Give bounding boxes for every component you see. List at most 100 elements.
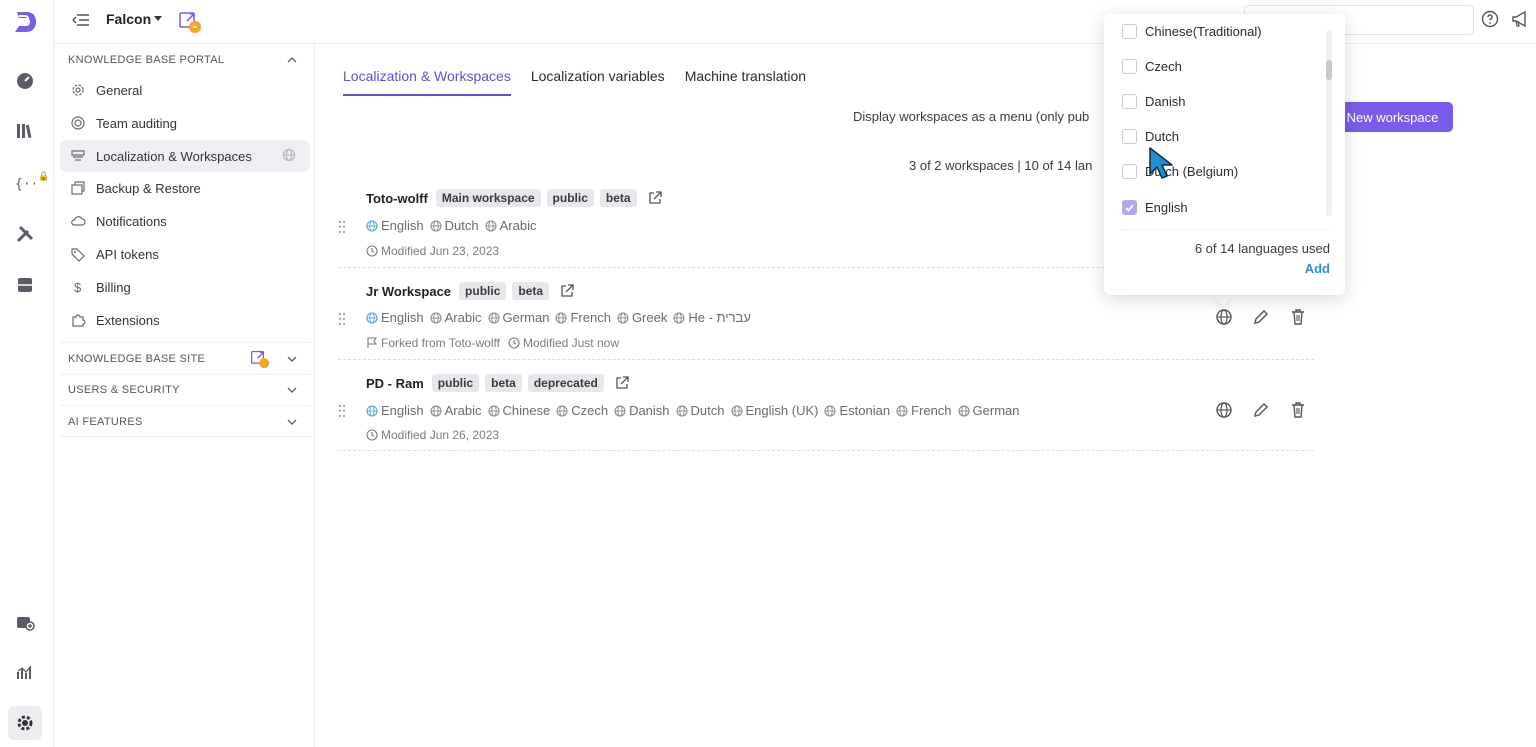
lock-icon: 🔒 <box>38 171 50 181</box>
globe-icon <box>556 404 568 417</box>
dashboard-icon[interactable] <box>12 68 38 94</box>
language-option[interactable]: English <box>1122 200 1188 215</box>
megaphone-icon[interactable] <box>1510 9 1530 29</box>
sidebar-item-general[interactable]: General <box>60 74 310 106</box>
external-link-icon[interactable] <box>614 375 630 391</box>
sidebar-item-localization-workspaces[interactable]: Localization & Workspaces <box>60 140 310 172</box>
edit-pencil-icon[interactable] <box>1252 401 1270 419</box>
section-ai-features[interactable]: AI FEATURES <box>68 416 143 428</box>
add-database-icon[interactable] <box>12 609 38 635</box>
language-option[interactable]: Danish <box>1122 94 1185 109</box>
globe-icon <box>430 219 442 232</box>
tab-localization-variables[interactable]: Localization variables <box>531 68 665 96</box>
add-language-button[interactable]: Add <box>1305 261 1330 276</box>
code-variables-icon[interactable]: {··} <box>12 170 38 196</box>
app-rail: {··} 🔒 <box>0 0 54 747</box>
language-checkbox[interactable] <box>1122 129 1137 144</box>
language-checkbox[interactable] <box>1122 94 1137 109</box>
languages-used-text: 6 of 14 languages used <box>1194 241 1330 256</box>
sidebar-item-team-auditing[interactable]: Team auditing <box>60 107 310 139</box>
project-selector[interactable]: Falcon <box>106 11 151 27</box>
languages-globe-icon[interactable] <box>1215 308 1233 326</box>
chevron-down-icon[interactable] <box>286 384 298 396</box>
language-label: German <box>502 310 550 325</box>
workspace-row[interactable]: PD - Ram public beta deprecated English A… <box>338 360 1314 451</box>
language-option[interactable]: Dutch <box>1122 129 1179 144</box>
app-logo[interactable] <box>11 8 39 36</box>
language-label: Greek <box>631 310 668 325</box>
chevron-down-icon[interactable] <box>286 416 298 428</box>
language-checkbox[interactable] <box>1122 200 1137 215</box>
drag-handle-icon[interactable] <box>338 312 346 326</box>
globe-icon <box>430 404 442 417</box>
sidebar-item-backup-restore[interactable]: Backup & Restore <box>60 172 310 204</box>
language-label: Czech <box>571 403 609 418</box>
globe-icon <box>673 311 685 324</box>
language-item: Dutch <box>430 218 479 233</box>
tag-public: public <box>431 374 480 392</box>
language-options-list[interactable]: Chinese(Traditional) Czech Danish Dutch Dutc… <box>1104 14 1345 224</box>
workspace-icon <box>70 148 86 164</box>
sidebar-item-label: Backup & Restore <box>96 180 201 196</box>
library-icon[interactable] <box>12 118 38 144</box>
help-icon[interactable] <box>1481 10 1499 28</box>
audit-icon <box>70 115 86 131</box>
globe-icon <box>366 311 378 324</box>
sidebar-item-label: API tokens <box>96 246 159 262</box>
dropdown-scrollbar-thumb[interactable] <box>1326 60 1332 80</box>
open-site-badge-icon[interactable] <box>250 349 270 369</box>
language-label: He - עברית <box>688 310 751 325</box>
tab-localization-workspaces[interactable]: Localization & Workspaces <box>343 68 511 96</box>
modified-text: Modified Just now <box>522 336 619 350</box>
tools-icon[interactable] <box>12 221 38 247</box>
language-checkbox[interactable] <box>1122 59 1137 74</box>
external-link-icon[interactable] <box>559 283 575 299</box>
section-knowledge-base-portal[interactable]: KNOWLEDGE BASE PORTAL <box>68 54 224 66</box>
drag-handle-icon[interactable] <box>338 404 346 418</box>
language-list: English Arabic Chinese Czech Danish Dutch Engl… <box>366 403 1020 418</box>
section-knowledge-base-site[interactable]: KNOWLEDGE BASE SITE <box>68 353 205 365</box>
language-item: Greek <box>617 310 667 325</box>
analytics-icon[interactable] <box>12 659 38 685</box>
settings-gear-icon[interactable] <box>8 706 42 740</box>
tag-beta: beta <box>485 374 522 392</box>
open-site-badge-icon[interactable] <box>178 10 202 34</box>
dropdown-scrollbar[interactable] <box>1326 30 1332 216</box>
language-option-label: Danish <box>1145 94 1186 109</box>
drag-handle-icon[interactable] <box>338 220 346 234</box>
divider <box>60 405 310 406</box>
edit-pencil-icon[interactable] <box>1252 308 1270 326</box>
language-checkbox[interactable] <box>1122 24 1137 39</box>
tab-machine-translation[interactable]: Machine translation <box>685 68 806 96</box>
chevron-down-icon[interactable] <box>154 16 162 21</box>
sidebar-item-notifications[interactable]: Notifications <box>60 205 310 237</box>
sidebar-item-billing[interactable]: $ Billing <box>60 271 310 303</box>
language-label: Dutch <box>444 218 479 233</box>
language-item: Czech <box>556 403 608 418</box>
language-option[interactable]: Czech <box>1122 59 1182 74</box>
delete-trash-icon[interactable] <box>1289 401 1307 419</box>
modified-text: Modified Jun 26, 2023 <box>381 428 500 442</box>
language-checkbox[interactable] <box>1122 164 1137 179</box>
language-option[interactable]: Chinese(Traditional) <box>1122 24 1262 39</box>
storage-icon[interactable] <box>12 272 38 298</box>
settings-tabs: Localization & Workspaces Localization v… <box>343 68 806 96</box>
chevron-up-icon[interactable] <box>286 54 298 66</box>
globe-icon <box>555 311 568 324</box>
sidebar-item-extensions[interactable]: Extensions <box>60 304 310 336</box>
new-workspace-button[interactable]: New workspace <box>1332 102 1453 132</box>
sidebar-item-api-tokens[interactable]: API tokens <box>60 238 310 270</box>
delete-trash-icon[interactable] <box>1289 308 1307 326</box>
external-link-icon[interactable] <box>647 190 663 206</box>
collapse-menu-icon[interactable] <box>68 11 90 29</box>
globe-icon <box>366 404 378 417</box>
section-users-security[interactable]: USERS & SECURITY <box>68 384 180 396</box>
language-option[interactable]: Dutch (Belgium) <box>1122 164 1238 179</box>
divider <box>60 374 310 375</box>
cloud-icon <box>70 213 86 229</box>
languages-globe-icon[interactable] <box>1215 401 1233 419</box>
language-label: Dutch <box>690 403 725 418</box>
chevron-down-icon[interactable] <box>286 353 298 365</box>
new-workspace-label: New workspace <box>1346 109 1439 125</box>
language-label: Estonian <box>839 403 891 418</box>
